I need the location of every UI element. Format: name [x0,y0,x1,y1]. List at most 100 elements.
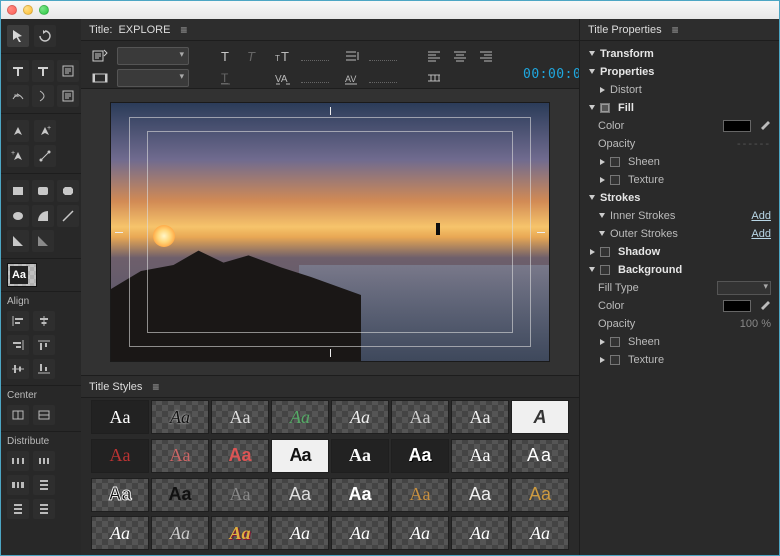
style-swatch[interactable]: Aa [331,400,389,434]
align-center-icon[interactable] [451,47,469,65]
style-swatch[interactable]: Aa [211,478,269,512]
align-right[interactable] [7,335,29,355]
style-swatch[interactable]: Aa [151,400,209,434]
center-vertical[interactable] [7,405,29,425]
opacity-value[interactable]: ------ [737,138,771,150]
style-swatch[interactable]: Aa [91,516,149,550]
style-swatch[interactable]: Aa [331,478,389,512]
roll-crawl-icon[interactable] [91,69,109,87]
eyedropper-icon[interactable] [759,120,771,132]
pen-tool[interactable] [7,120,29,142]
area-type-tool[interactable] [57,60,79,82]
font-style-dropdown[interactable] [117,69,189,87]
style-swatch[interactable]: Aa [271,439,329,473]
style-swatch[interactable]: Aa [511,516,569,550]
convert-anchor-tool[interactable] [34,145,56,167]
bold-icon[interactable]: T [243,47,261,65]
distribute-h-center[interactable] [33,451,55,471]
twirl-down-icon[interactable] [588,50,596,58]
twirl-right-icon[interactable] [598,338,606,346]
align-top[interactable] [33,335,55,355]
align-right-icon[interactable] [477,47,495,65]
zoom-window-button[interactable] [39,5,49,15]
rotate-tool[interactable] [34,25,56,47]
font-family-dropdown[interactable] [117,47,189,65]
style-swatch[interactable]: Aa [151,516,209,550]
tracking-icon[interactable]: AV [343,69,361,87]
properties-panel-menu-icon[interactable]: ≡ [672,23,679,37]
leading-icon[interactable] [343,47,361,65]
twirl-right-icon[interactable] [598,356,606,364]
kerning-icon[interactable]: VA [275,69,293,87]
twirl-down-icon[interactable] [588,194,596,202]
style-swatch[interactable]: Aa [271,478,329,512]
tab-stops-icon[interactable] [425,69,443,87]
leading-value[interactable] [369,51,397,61]
style-swatch[interactable]: Aa [451,439,509,473]
style-swatch[interactable]: Aa [211,400,269,434]
rectangle-tool[interactable] [7,180,29,202]
outer-strokes-add[interactable]: Add [751,228,771,240]
new-title-icon[interactable] [91,47,109,65]
fill-checkbox[interactable] [600,103,610,113]
wedge-tool[interactable] [7,230,29,252]
style-swatch[interactable]: Aa [91,439,149,473]
bg-texture-checkbox[interactable] [610,355,620,365]
distribute-v-top[interactable] [33,475,55,495]
style-swatch[interactable]: A [511,400,569,434]
eyedropper-icon[interactable] [759,300,771,312]
style-swatch[interactable]: Aa [331,516,389,550]
type-tool[interactable] [7,60,29,82]
style-swatch[interactable]: Aa [451,400,509,434]
texture-checkbox[interactable] [610,175,620,185]
panel-menu-icon[interactable]: ≡ [180,23,187,37]
distribute-h-right[interactable] [7,475,29,495]
rounded-wedge-tool[interactable] [32,230,54,252]
center-horizontal[interactable] [33,405,55,425]
style-swatch[interactable]: Aa [91,400,149,434]
twirl-right-icon[interactable] [598,86,606,94]
regular-icon[interactable]: T [217,47,235,65]
align-bottom[interactable] [33,359,55,379]
fill-type-dropdown[interactable] [717,281,771,295]
twirl-down-icon[interactable] [598,230,606,238]
style-swatch[interactable]: Aa [511,478,569,512]
style-swatch[interactable]: Aa [271,516,329,550]
background-checkbox[interactable] [600,265,610,275]
inner-strokes-add[interactable]: Add [751,210,771,222]
selection-tool[interactable] [7,25,29,47]
clipped-rect-tool[interactable] [57,180,79,202]
style-swatch[interactable]: Aa [391,400,449,434]
style-swatch[interactable]: Aa [151,439,209,473]
style-swatch[interactable]: Aa [91,478,149,512]
color-well[interactable]: Aa [7,263,37,287]
vertical-path-type-tool[interactable] [32,85,54,107]
style-swatch[interactable]: Aa [451,478,509,512]
style-swatch[interactable]: Aa [511,439,569,473]
bg-opacity-value[interactable]: 100 % [740,318,771,330]
twirl-right-icon[interactable] [588,248,596,256]
align-left-icon[interactable] [425,47,443,65]
font-size-icon[interactable]: TT [275,47,293,65]
underline-icon[interactable]: T [217,69,235,87]
delete-anchor-tool[interactable]: + [7,145,29,167]
distribute-v-center[interactable] [7,499,29,519]
font-size-value[interactable] [301,51,329,61]
minimize-window-button[interactable] [23,5,33,15]
style-swatch[interactable]: Aa [391,439,449,473]
align-v-center[interactable] [7,359,29,379]
fill-color-chip[interactable] [723,120,751,132]
style-swatch[interactable]: Aa [391,478,449,512]
ellipse-tool[interactable] [7,205,29,227]
twirl-right-icon[interactable] [598,176,606,184]
styles-panel-menu-icon[interactable]: ≡ [152,380,159,394]
style-swatch[interactable]: Aa [211,439,269,473]
rounded-rect-tool[interactable] [32,180,54,202]
tracking-value[interactable] [369,73,397,83]
close-window-button[interactable] [7,5,17,15]
distribute-h-left[interactable] [7,451,29,471]
bg-sheen-checkbox[interactable] [610,337,620,347]
twirl-down-icon[interactable] [588,266,596,274]
align-left[interactable] [7,311,29,331]
align-h-center[interactable] [33,311,55,331]
